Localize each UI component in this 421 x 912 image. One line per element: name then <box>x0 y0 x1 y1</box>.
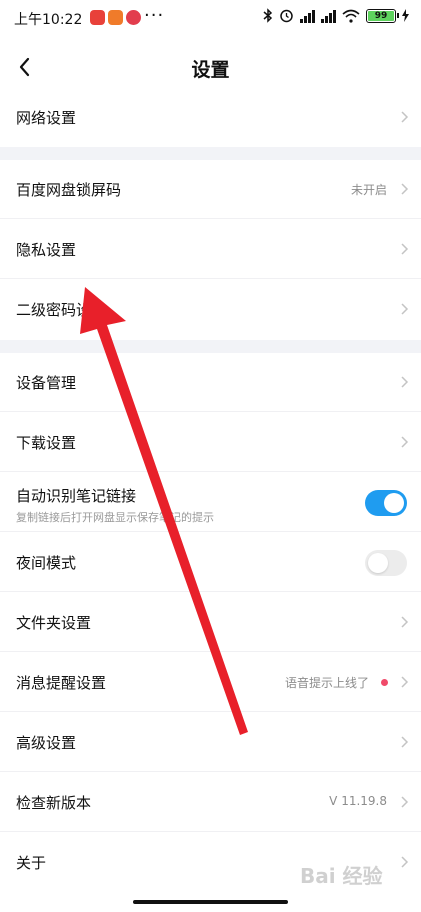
chevron-right-icon <box>401 183 409 195</box>
settings-item-device-management[interactable]: 设备管理 <box>0 353 421 412</box>
home-indicator[interactable] <box>133 900 288 904</box>
settings-item-lock-screen-code[interactable]: 百度网盘锁屏码 未开启 <box>0 160 421 219</box>
status-time: 上午10:22 <box>14 12 83 28</box>
settings-item-advanced[interactable]: 高级设置 <box>0 713 421 772</box>
group-separator <box>0 147 421 160</box>
chevron-right-icon <box>401 796 409 808</box>
settings-item-check-update[interactable]: 检查新版本 V 11.19.8 <box>0 773 421 832</box>
wifi-icon <box>342 9 360 23</box>
chevron-right-icon <box>401 736 409 748</box>
toggle-knob <box>384 493 404 513</box>
app-notification-icon <box>126 10 141 25</box>
app-notification-icon <box>108 10 123 25</box>
chevron-right-icon <box>401 436 409 448</box>
chevron-right-icon <box>401 676 409 688</box>
bluetooth-icon <box>263 8 273 23</box>
item-description: 复制链接后打开网盘显示保存笔记的提示 <box>16 511 214 524</box>
item-value: 语音提示上线了 <box>284 676 369 690</box>
settings-item-notifications[interactable]: 消息提醒设置 语音提示上线了 <box>0 653 421 712</box>
group-separator <box>0 340 421 353</box>
item-label: 夜间模式 <box>16 554 77 572</box>
item-label: 设备管理 <box>16 374 77 392</box>
settings-item-folder[interactable]: 文件夹设置 <box>0 593 421 652</box>
item-label: 网络设置 <box>16 109 77 127</box>
notification-dot <box>381 679 388 686</box>
item-value: 未开启 <box>350 183 387 197</box>
signal-icon <box>321 9 336 23</box>
chevron-right-icon <box>401 243 409 255</box>
alarm-icon <box>280 9 293 23</box>
item-label: 下载设置 <box>16 434 77 452</box>
app-notification-icon <box>90 10 105 25</box>
chevron-right-icon <box>401 616 409 628</box>
item-label: 关于 <box>16 854 47 872</box>
settings-item-night-mode: 夜间模式 <box>0 533 421 592</box>
status-bar: 上午10:22 ··· 99 <box>0 0 421 36</box>
settings-item-privacy[interactable]: 隐私设置 <box>0 220 421 279</box>
settings-item-secondary-password[interactable]: 二级密码设 <box>0 280 421 339</box>
item-label: 百度网盘锁屏码 <box>16 181 122 199</box>
item-label: 自动识别笔记链接 <box>16 487 137 505</box>
note-link-toggle[interactable] <box>365 490 407 516</box>
item-value: V 11.19.8 <box>329 794 387 808</box>
settings-item-network[interactable]: 网络设置 <box>0 88 421 147</box>
settings-item-note-link-detection: 自动识别笔记链接 复制链接后打开网盘显示保存笔记的提示 <box>0 473 421 532</box>
night-mode-toggle[interactable] <box>365 550 407 576</box>
watermark-logo: Bai 经验 <box>300 864 383 888</box>
item-label: 二级密码设 <box>16 301 92 319</box>
chevron-right-icon <box>401 376 409 388</box>
page-title: 设置 <box>191 59 230 81</box>
settings-item-download[interactable]: 下载设置 <box>0 413 421 472</box>
item-label: 文件夹设置 <box>16 614 92 632</box>
item-label: 隐私设置 <box>16 241 77 259</box>
more-notifications-icon: ··· <box>144 5 165 26</box>
item-label: 检查新版本 <box>16 794 92 812</box>
charging-icon <box>402 9 409 22</box>
toggle-knob <box>368 553 388 573</box>
chevron-right-icon <box>401 111 409 123</box>
chevron-right-icon <box>401 856 409 868</box>
item-label: 消息提醒设置 <box>16 674 107 692</box>
signal-icon <box>300 9 315 23</box>
item-label: 高级设置 <box>16 734 77 752</box>
chevron-right-icon <box>401 303 409 315</box>
battery-icon: 99 <box>366 8 399 23</box>
status-icons: 99 <box>263 8 409 23</box>
